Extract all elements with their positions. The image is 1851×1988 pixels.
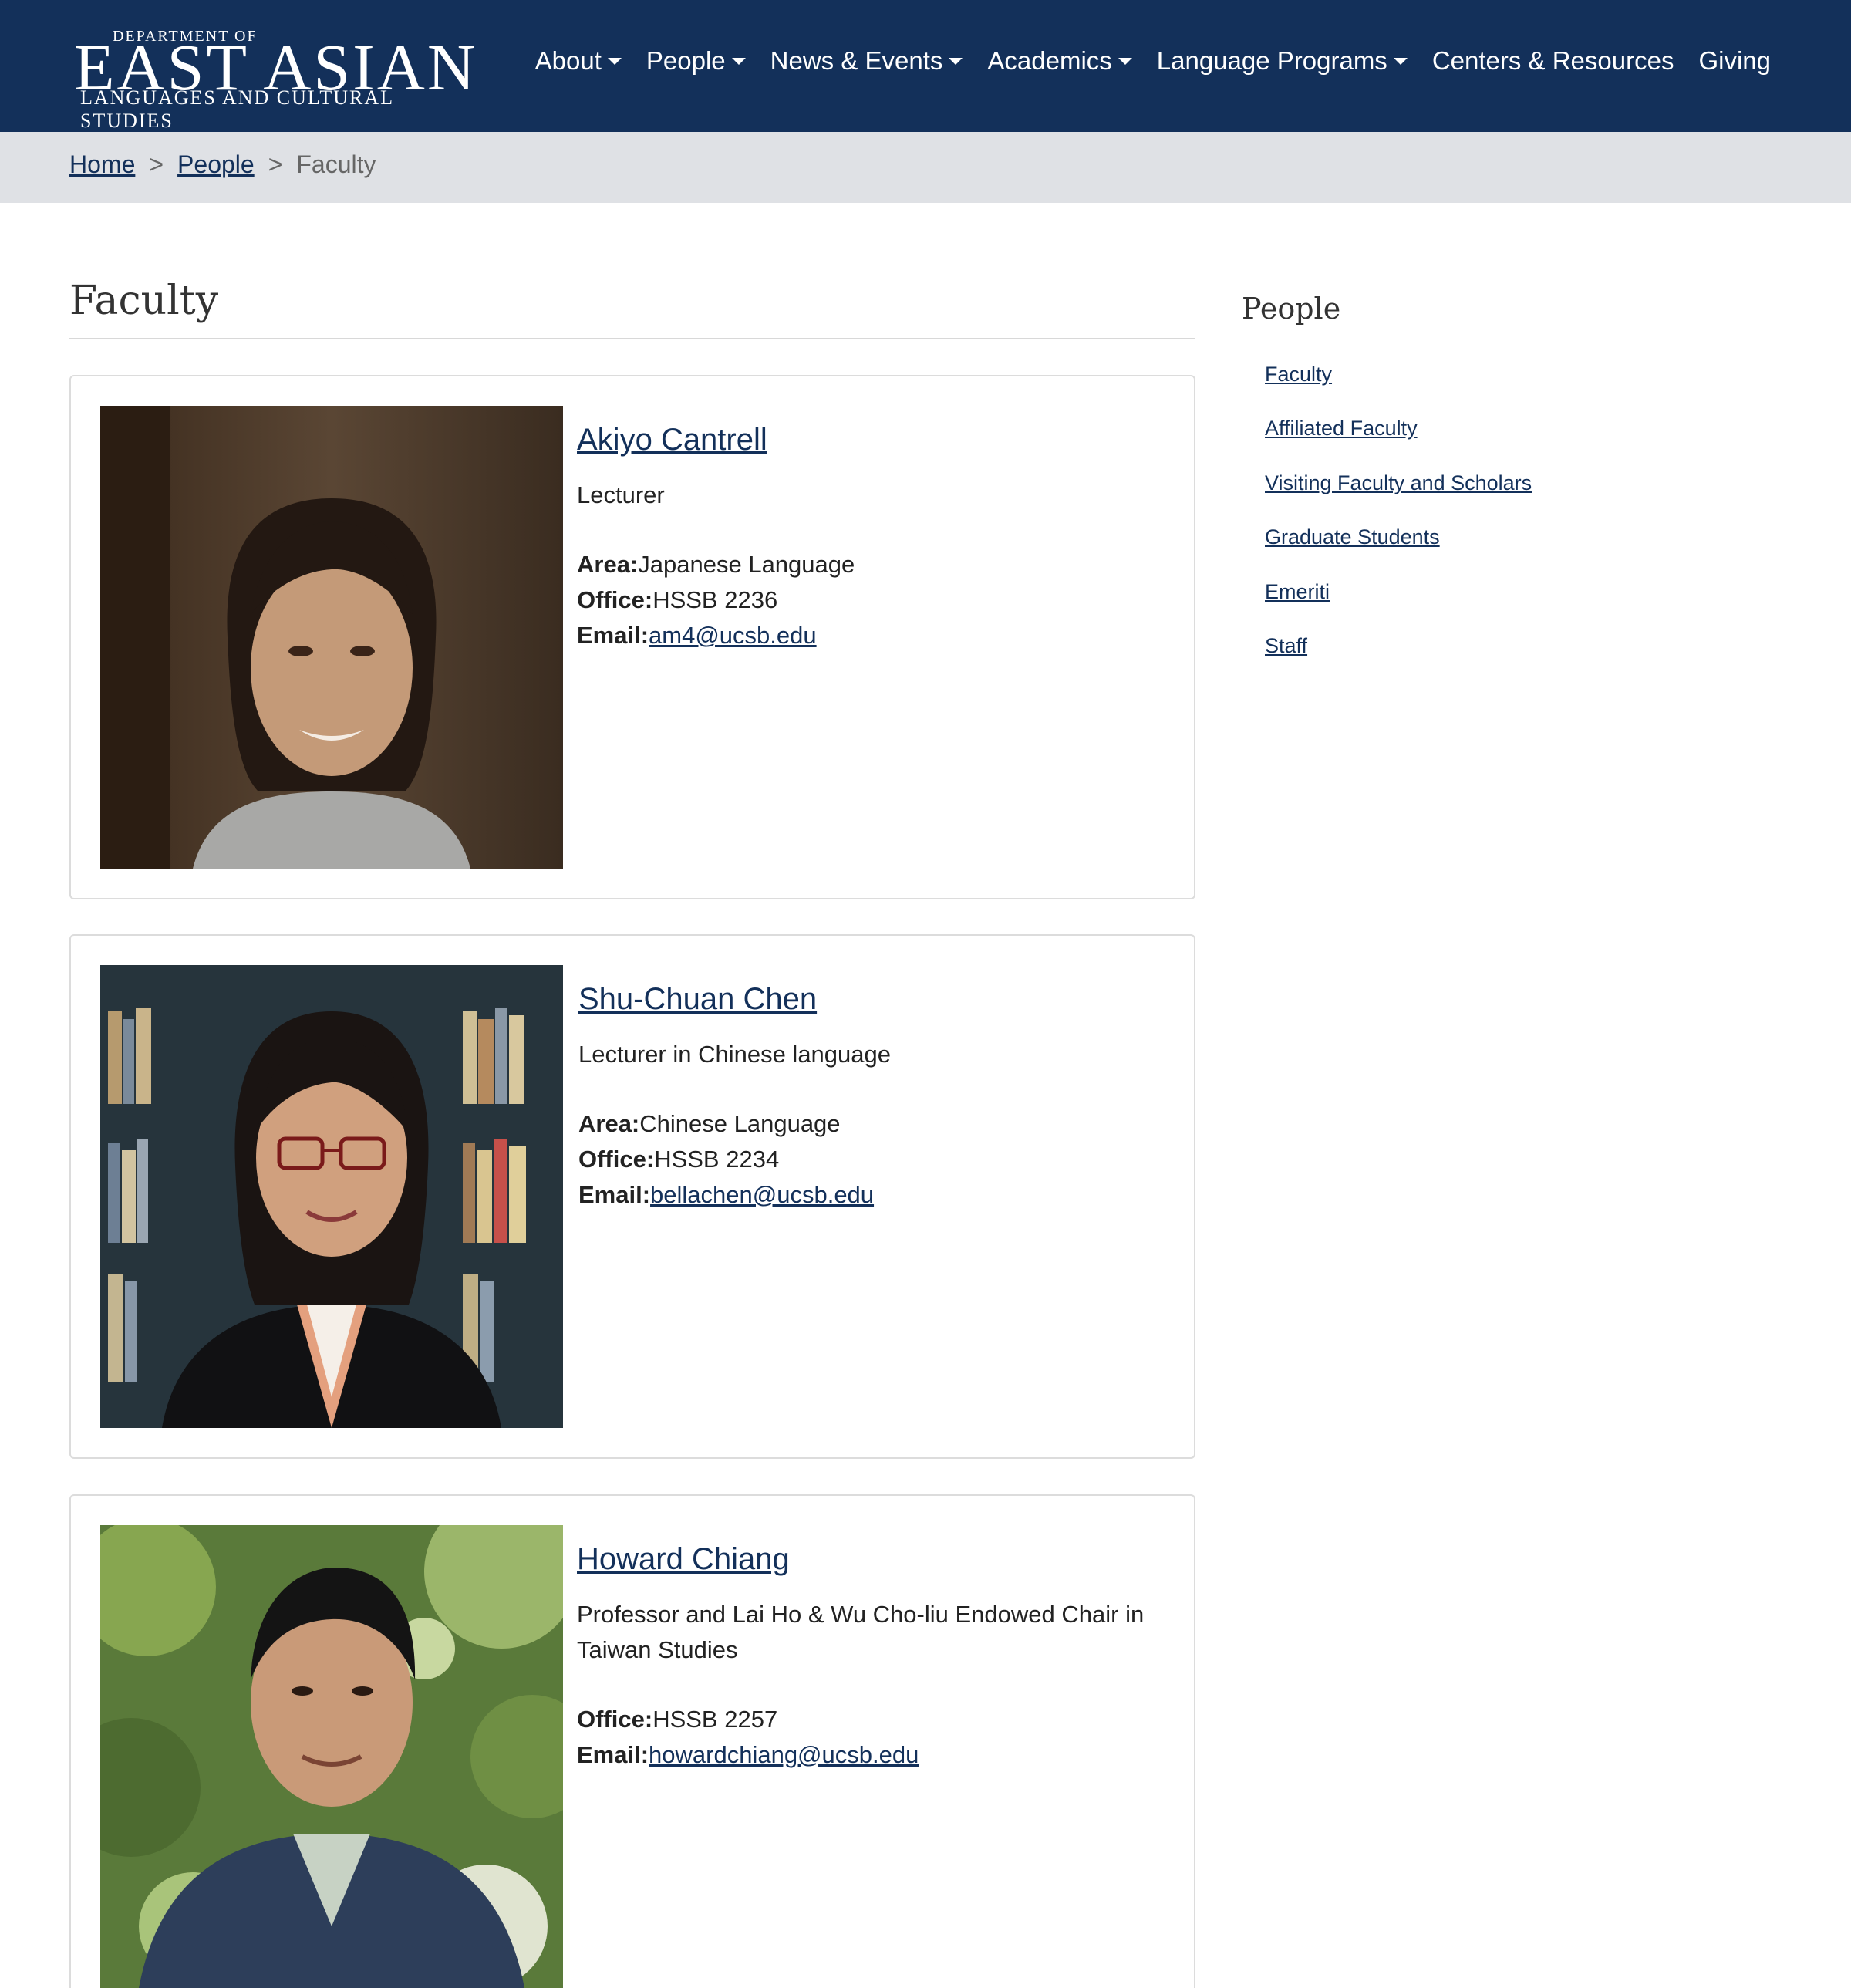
faculty-details: Office:HSSB 2257 Email:howardchiang@ucsb… — [577, 1702, 1163, 1773]
area-value: Japanese Language — [638, 551, 855, 578]
nav-language-programs[interactable]: Language Programs — [1157, 46, 1408, 76]
faculty-card: Akiyo Cantrell Lecturer Area:Japanese La… — [69, 375, 1195, 899]
chevron-down-icon — [949, 57, 963, 65]
main-nav: About People News & Events Academics Lan… — [535, 46, 1771, 76]
faculty-title: Professor and Lai Ho & Wu Cho-liu Endowe… — [577, 1601, 1145, 1663]
email-link[interactable]: bellachen@ucsb.edu — [650, 1181, 874, 1208]
faculty-name-link[interactable]: Akiyo Cantrell — [577, 423, 767, 457]
faculty-photo[interactable] — [100, 1525, 563, 1988]
nav-people[interactable]: People — [646, 46, 746, 76]
nav-about-label: About — [534, 46, 602, 75]
breadcrumb: Home > People > Faculty — [69, 150, 376, 179]
email-label: Email: — [578, 1181, 651, 1208]
faculty-email: Email:howardchiang@ucsb.edu — [577, 1737, 1163, 1773]
email-label: Email: — [577, 622, 649, 649]
nav-centers-resources[interactable]: Centers & Resources — [1432, 46, 1674, 76]
faculty-area: Area:Japanese Language — [577, 547, 1163, 582]
faculty-email: Email:bellachen@ucsb.edu — [578, 1177, 1165, 1213]
faculty-office: Office:HSSB 2257 — [577, 1702, 1163, 1737]
sidebar-item-emeriti: Emeriti — [1265, 580, 1532, 634]
breadcrumb-home[interactable]: Home — [69, 150, 135, 179]
nav-academics-label: Academics — [987, 46, 1112, 75]
portrait-image — [100, 1525, 563, 1988]
faculty-email: Email:am4@ucsb.edu — [577, 618, 1163, 653]
nav-giving-label: Giving — [1698, 46, 1771, 75]
faculty-name-link[interactable]: Shu-Chuan Chen — [578, 982, 817, 1017]
email-link[interactable]: howardchiang@ucsb.edu — [649, 1741, 919, 1768]
faculty-area: Area:Chinese Language — [578, 1106, 1165, 1142]
nav-language-programs-label: Language Programs — [1156, 46, 1387, 75]
logo-sub-text: LANGUAGES AND CULTURAL STUDIES — [80, 86, 394, 132]
nav-academics[interactable]: Academics — [987, 46, 1132, 76]
breadcrumb-bar: Home > People > Faculty — [0, 132, 1851, 203]
portrait-image — [100, 406, 563, 869]
faculty-office: Office:HSSB 2234 — [578, 1142, 1165, 1177]
faculty-details: Area:Japanese Language Office:HSSB 2236 … — [577, 547, 1163, 653]
faculty-title: Lecturer — [577, 481, 665, 508]
page-title: Faculty — [69, 278, 1195, 339]
nav-news-events-label: News & Events — [770, 46, 943, 75]
office-value: HSSB 2234 — [654, 1146, 780, 1173]
top-navigation-bar: DEPARTMENT OF EAST ASIAN LANGUAGES AND C… — [0, 0, 1851, 132]
nav-about[interactable]: About — [535, 46, 622, 76]
office-value: HSSB 2236 — [652, 586, 778, 613]
sidebar-link-graduate-students[interactable]: Graduate Students — [1265, 525, 1440, 548]
sidebar-link-emeriti[interactable]: Emeriti — [1265, 580, 1330, 603]
breadcrumb-separator: > — [268, 150, 283, 178]
breadcrumb-separator: > — [149, 150, 164, 178]
office-label: Office: — [577, 1706, 653, 1733]
email-link[interactable]: am4@ucsb.edu — [649, 622, 817, 649]
nav-giving[interactable]: Giving — [1698, 46, 1771, 76]
chevron-down-icon — [607, 57, 622, 65]
main-content: Faculty — [69, 278, 1195, 339]
faculty-name-link[interactable]: Howard Chiang — [577, 1542, 790, 1577]
office-label: Office: — [577, 586, 653, 613]
area-value: Chinese Language — [639, 1110, 841, 1137]
sidebar-item-affiliated-faculty: Affiliated Faculty — [1265, 417, 1532, 471]
faculty-photo[interactable] — [100, 406, 563, 869]
faculty-office: Office:HSSB 2236 — [577, 582, 1163, 618]
breadcrumb-people[interactable]: People — [177, 150, 255, 179]
sidebar-link-faculty[interactable]: Faculty — [1265, 363, 1332, 386]
email-label: Email: — [577, 1741, 649, 1768]
faculty-card: Shu-Chuan Chen Lecturer in Chinese langu… — [69, 934, 1195, 1459]
faculty-details: Area:Chinese Language Office:HSSB 2234 E… — [578, 1106, 1165, 1213]
chevron-down-icon — [1118, 57, 1132, 65]
faculty-info: Shu-Chuan Chen Lecturer in Chinese langu… — [578, 982, 1165, 1213]
department-logo[interactable]: DEPARTMENT OF EAST ASIAN LANGUAGES AND C… — [74, 26, 475, 132]
sidebar-item-visiting-faculty: Visiting Faculty and Scholars — [1265, 471, 1532, 525]
office-value: HSSB 2257 — [652, 1706, 778, 1733]
office-label: Office: — [578, 1146, 655, 1173]
area-label: Area: — [578, 1110, 640, 1137]
faculty-photo[interactable] — [100, 965, 563, 1428]
sidebar-title: People — [1242, 292, 1341, 326]
faculty-info: Akiyo Cantrell Lecturer Area:Japanese La… — [577, 423, 1163, 653]
sidebar-link-visiting-faculty[interactable]: Visiting Faculty and Scholars — [1265, 471, 1532, 494]
sidebar-link-staff[interactable]: Staff — [1265, 634, 1307, 657]
chevron-down-icon — [731, 57, 746, 65]
sidebar-nav: Faculty Affiliated Faculty Visiting Facu… — [1265, 363, 1532, 688]
faculty-card: Howard Chiang Professor and Lai Ho & Wu … — [69, 1494, 1195, 1988]
nav-centers-resources-label: Centers & Resources — [1431, 46, 1674, 75]
nav-news-events[interactable]: News & Events — [770, 46, 963, 76]
sidebar-item-staff: Staff — [1265, 634, 1532, 688]
nav-people-label: People — [646, 46, 726, 75]
sidebar-item-faculty: Faculty — [1265, 363, 1532, 417]
sidebar-item-graduate-students: Graduate Students — [1265, 525, 1532, 579]
faculty-title: Lecturer in Chinese language — [578, 1041, 891, 1068]
breadcrumb-current: Faculty — [296, 150, 376, 178]
area-label: Area: — [577, 551, 639, 578]
portrait-image — [100, 965, 563, 1428]
sidebar-link-affiliated-faculty[interactable]: Affiliated Faculty — [1265, 417, 1418, 440]
faculty-info: Howard Chiang Professor and Lai Ho & Wu … — [577, 1542, 1163, 1773]
chevron-down-icon — [1393, 57, 1408, 65]
